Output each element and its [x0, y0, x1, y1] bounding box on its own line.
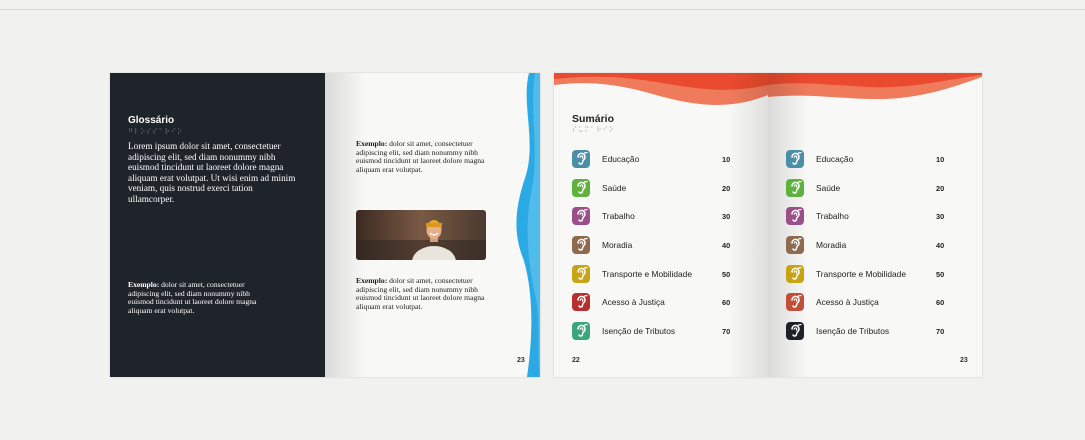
toc-item-page: 10: [722, 155, 731, 164]
toc-item[interactable]: Acesso à Justiça 60: [786, 293, 956, 322]
toc-item-label: Saúde: [816, 182, 841, 193]
summary-page-right: Educação 10 Saúde 20 Trabalho 30 Moradia 40 …: [768, 73, 982, 377]
toc-item-page: 50: [722, 269, 731, 279]
toc-item-page: 70: [722, 327, 731, 337]
hearing-icon: [786, 207, 804, 226]
toc-item[interactable]: Saúde 20: [572, 178, 742, 208]
toc-item-page: 40: [936, 241, 945, 251]
hearing-icon: [572, 178, 590, 197]
toc-item[interactable]: Moradia 40: [786, 236, 956, 265]
toc-item-label: Acesso à Justiça: [816, 297, 879, 308]
toc-item[interactable]: Isenção de Tributos 70: [786, 322, 956, 351]
toc-item-page: 40: [722, 241, 731, 251]
toc-item-label: Saúde: [602, 182, 627, 193]
glossary-example: Exemplo: dolor sit amet, consectetuer ad…: [128, 280, 273, 315]
glossary-braille: ⠛⠇⠕⠎⠎⠁⠗⠊⠕: [128, 129, 184, 136]
toc-item-page: 60: [722, 298, 731, 308]
toc-item[interactable]: Moradia 40: [572, 236, 742, 265]
toc-item[interactable]: Educação 10: [786, 150, 956, 179]
toc-item[interactable]: Trabalho 30: [572, 207, 742, 236]
hearing-icon: [786, 178, 804, 197]
hearing-icon: [572, 150, 590, 168]
example-block-2: Exemplo: dolor sit amet, consectetuer ad…: [356, 276, 496, 311]
toc-item-page: 70: [936, 327, 945, 337]
toc-item-page: 20: [722, 183, 731, 193]
toc-item-label: Trabalho: [602, 211, 635, 222]
table-of-contents: Educação 10 Saúde 20 Trabalho 30 Moradia 40 …: [786, 150, 956, 351]
toc-item-label: Transporte e Mobilidade: [816, 268, 907, 279]
toc-item[interactable]: Trabalho 30: [786, 207, 956, 236]
hearing-icon: [786, 236, 804, 255]
toc-item[interactable]: Isenção de Tributos 70: [572, 322, 742, 351]
top-divider: [0, 9, 1085, 10]
toc-item-label: Moradia: [602, 240, 633, 251]
glossary-body: Lorem ipsum dolor sit amet, consectetuer…: [128, 141, 296, 204]
toc-item-page: 10: [936, 155, 945, 164]
glossary-title: Glossário: [128, 115, 175, 126]
summary-title: Sumário: [572, 113, 615, 125]
hearing-icon: [572, 293, 590, 312]
smiling-man-photo: [356, 210, 486, 260]
toc-item[interactable]: Acesso à Justiça 60: [572, 293, 742, 322]
orange-wave-decoration: [768, 73, 982, 99]
toc-item[interactable]: Saúde 20: [786, 178, 956, 208]
toc-item-page: 60: [936, 298, 945, 308]
glossary-page: Glossário ⠛⠇⠕⠎⠎⠁⠗⠊⠕ Lorem ipsum dolor si…: [110, 73, 325, 377]
toc-item-page: 30: [936, 212, 945, 222]
hearing-icon: [572, 236, 590, 255]
hearing-icon: [786, 150, 804, 168]
page-number: 22: [572, 357, 580, 364]
blue-wave-decoration: [516, 73, 540, 377]
toc-item-label: Educação: [602, 154, 640, 164]
toc-item-label: Isenção de Tributos: [602, 326, 676, 337]
page-number: 23: [960, 357, 968, 364]
toc-item-label: Educação: [816, 154, 854, 164]
toc-item-label: Transporte e Mobilidade: [602, 268, 693, 279]
orange-wave-decoration: [554, 73, 768, 105]
toc-item-label: Moradia: [816, 240, 847, 251]
hearing-icon: [572, 207, 590, 226]
toc-item[interactable]: Transporte e Mobilidade 50: [572, 264, 742, 294]
summary-spread: Sumário ⠎⠥⠍⠁⠗⠊⠕ Educação 10 Saúde 20 Traba…: [554, 73, 982, 377]
example-block-1: Exemplo: dolor sit amet, consectetuer ad…: [356, 139, 496, 174]
table-of-contents: Educação 10 Saúde 20 Trabalho 30 Moradia 40 …: [572, 150, 742, 351]
hearing-icon: [572, 264, 590, 283]
toc-item-page: 20: [936, 183, 945, 193]
toc-item[interactable]: Educação 10: [572, 150, 742, 179]
toc-item-label: Acesso à Justiça: [602, 297, 665, 308]
hearing-icon: [786, 293, 804, 312]
toc-item-label: Isenção de Tributos: [816, 326, 890, 337]
toc-item-page: 50: [936, 269, 945, 279]
examples-page: Exemplo: dolor sit amet, consectetuer ad…: [325, 73, 540, 377]
glossary-spread: Glossário ⠛⠇⠕⠎⠎⠁⠗⠊⠕ Lorem ipsum dolor si…: [110, 73, 540, 377]
hearing-icon: [786, 264, 804, 283]
toc-item-page: 30: [722, 212, 731, 222]
toc-item-label: Trabalho: [816, 211, 849, 222]
toc-item[interactable]: Transporte e Mobilidade 50: [786, 264, 956, 294]
hearing-icon: [786, 322, 804, 341]
summary-page-left: Sumário ⠎⠥⠍⠁⠗⠊⠕ Educação 10 Saúde 20 Traba…: [554, 73, 768, 377]
page-number: 23: [517, 357, 525, 364]
summary-braille: ⠎⠥⠍⠁⠗⠊⠕: [572, 127, 615, 134]
hearing-icon: [572, 322, 590, 341]
